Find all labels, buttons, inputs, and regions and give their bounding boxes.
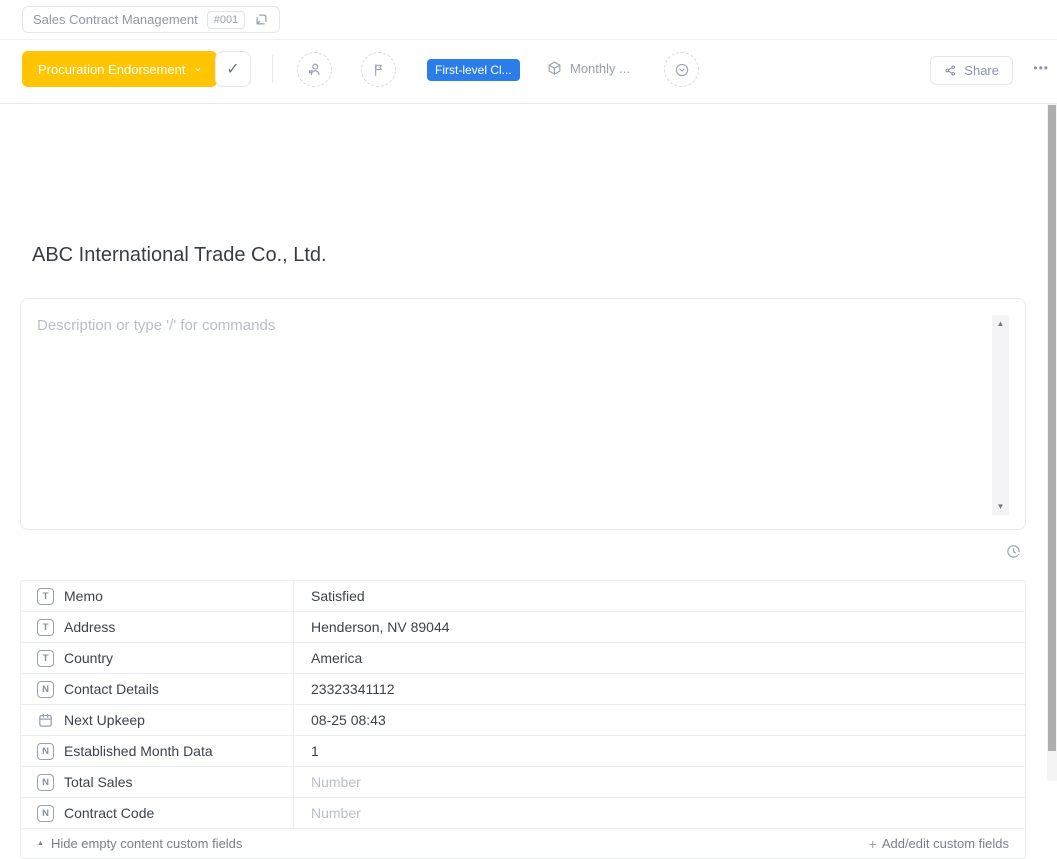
description-placeholder: Description or type '/' for commands [37, 317, 275, 334]
breadcrumb[interactable]: Sales Contract Management #001 [22, 6, 280, 33]
page-scrollbar[interactable] [1047, 104, 1057, 781]
field-label: Established Month Data [64, 743, 213, 759]
scroll-down-icon[interactable]: ▼ [997, 498, 1005, 515]
check-icon: ✓ [226, 59, 239, 79]
task-detail-page: Sales Contract Management #001 Procurati… [0, 0, 1057, 781]
mark-complete-button[interactable]: ✓ [215, 51, 251, 87]
status-label: Procuration Endorsement [38, 62, 185, 77]
field-row-established-month: N Established Month Data 1 [21, 736, 1025, 767]
text-field-icon: T [37, 588, 54, 605]
open-window-icon[interactable] [254, 12, 269, 27]
priority-button[interactable] [361, 52, 396, 87]
add-edit-fields-label: Add/edit custom fields [882, 836, 1009, 851]
task-title[interactable]: ABC International Trade Co., Ltd. [32, 244, 327, 267]
fields-footer: ▲ Hide empty content custom fields + Add… [21, 829, 1025, 858]
text-field-icon: T [37, 619, 54, 636]
chevron-down-icon: ⌄ [193, 63, 202, 74]
number-field-icon: N [37, 805, 54, 822]
task-id-badge: #001 [207, 11, 245, 29]
field-row-contact-details: N Contact Details 23323341112 [21, 674, 1025, 705]
share-label: Share [964, 63, 999, 78]
share-button[interactable]: Share [930, 56, 1013, 85]
add-assignee-icon [306, 61, 323, 78]
field-value[interactable]: America [294, 643, 1025, 673]
flag-icon [371, 62, 387, 78]
field-row-memo: T Memo Satisfied [21, 581, 1025, 612]
field-value-placeholder[interactable]: Number [294, 767, 1025, 797]
field-row-contract-code: N Contract Code Number [21, 798, 1025, 829]
number-field-icon: N [37, 743, 54, 760]
field-label: Next Upkeep [64, 712, 145, 728]
task-toolbar: Procuration Endorsement ⌄ ✓ [0, 41, 1057, 104]
timer-icon [673, 61, 691, 79]
breadcrumb-label: Sales Contract Management [33, 12, 198, 27]
number-field-icon: N [37, 681, 54, 698]
custom-fields-table: T Memo Satisfied T Address Henderson, NV… [20, 580, 1026, 859]
tag-badge[interactable]: First-level Cl... [427, 59, 520, 81]
field-row-total-sales: N Total Sales Number [21, 767, 1025, 798]
add-assignee-button[interactable] [297, 52, 332, 87]
field-label: Country [64, 650, 113, 666]
task-content: ABC International Trade Co., Ltd. Descri… [0, 104, 1047, 781]
field-value[interactable]: Henderson, NV 89044 [294, 612, 1025, 642]
field-value[interactable]: 23323341112 [294, 674, 1025, 704]
scroll-up-icon[interactable]: ▲ [997, 315, 1005, 332]
plus-icon: + [869, 836, 877, 852]
sprint-label: Monthly ... [570, 61, 630, 76]
field-row-country: T Country America [21, 643, 1025, 674]
field-value[interactable]: 1 [294, 736, 1025, 766]
field-row-address: T Address Henderson, NV 89044 [21, 612, 1025, 643]
cube-icon [546, 60, 563, 77]
field-label: Contact Details [64, 681, 159, 697]
date-field-icon [37, 712, 54, 729]
edit-history-icon[interactable] [1005, 543, 1022, 560]
field-label: Address [64, 619, 115, 635]
field-label: Memo [64, 588, 103, 604]
page-scrollbar-thumb[interactable] [1048, 105, 1056, 751]
description-editor[interactable]: Description or type '/' for commands ▲ ▼ [20, 298, 1026, 530]
add-edit-fields-button[interactable]: + Add/edit custom fields [869, 836, 1009, 852]
triangle-up-icon: ▲ [37, 840, 44, 847]
sprint-selector[interactable]: Monthly ... [546, 60, 630, 77]
field-label: Total Sales [64, 774, 132, 790]
time-tracking-button[interactable] [664, 52, 699, 87]
toolbar-divider [272, 55, 273, 83]
field-label: Contract Code [64, 805, 154, 821]
hide-empty-fields-toggle[interactable]: ▲ Hide empty content custom fields [37, 836, 242, 851]
share-icon [944, 64, 957, 77]
text-field-icon: T [37, 650, 54, 667]
top-bar: Sales Contract Management #001 [0, 0, 1057, 40]
field-value[interactable]: Satisfied [294, 581, 1025, 611]
more-menu-icon[interactable]: ••• [1033, 61, 1049, 75]
field-row-next-upkeep: Next Upkeep 08-25 08:43 [21, 705, 1025, 736]
description-scrollbar[interactable]: ▲ ▼ [992, 315, 1009, 515]
field-value[interactable]: 08-25 08:43 [294, 705, 1025, 735]
status-dropdown-button[interactable]: Procuration Endorsement ⌄ [22, 51, 217, 87]
number-field-icon: N [37, 774, 54, 791]
hide-empty-fields-label: Hide empty content custom fields [51, 836, 242, 851]
field-value-placeholder[interactable]: Number [294, 798, 1025, 828]
